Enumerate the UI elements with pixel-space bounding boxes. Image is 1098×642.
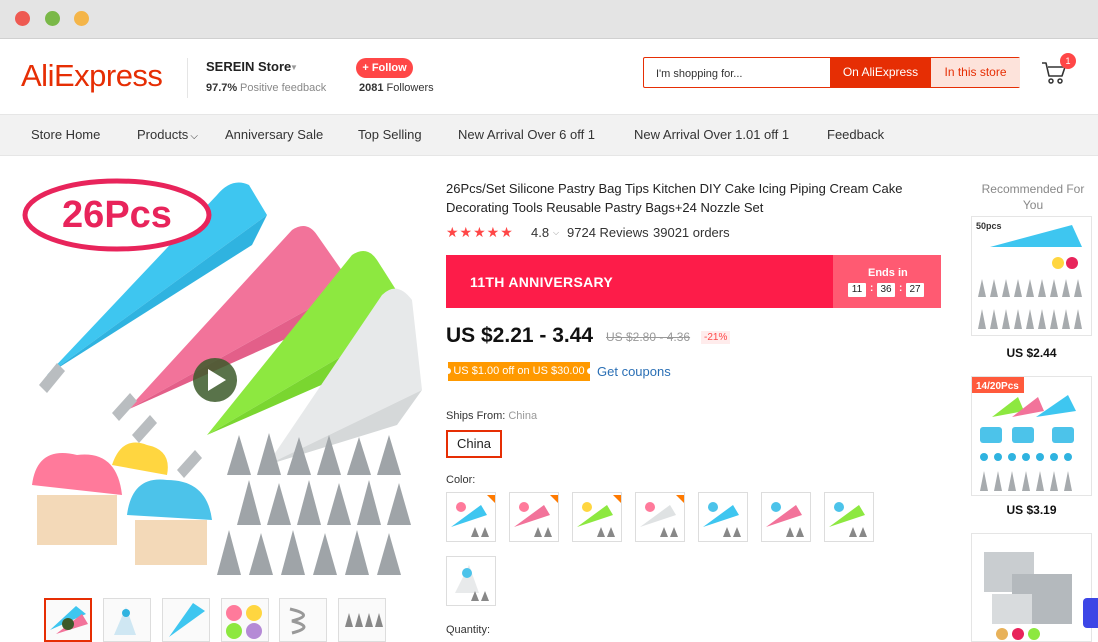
color-swatch[interactable] [761, 492, 811, 542]
timer-seconds: 27 [906, 283, 924, 297]
video-play-icon [193, 358, 237, 402]
color-swatch[interactable] [698, 492, 748, 542]
chevron-down-icon[interactable]: ▼ [290, 63, 298, 72]
feedback-percentage: 97.7% [206, 82, 238, 94]
ships-from-option-china[interactable]: China [446, 430, 502, 458]
product-main-image[interactable]: 26Pcs [17, 175, 422, 590]
nav-store-home[interactable]: Store Home [31, 127, 100, 142]
discount-badge: -21% [701, 331, 731, 344]
follow-button[interactable]: + Follow [356, 58, 413, 78]
product-price: US $2.21 - 3.44 [446, 324, 594, 347]
original-price: US $2.80 - 4.36 [606, 330, 691, 344]
coupon-badge[interactable]: US $1.00 off on US $30.00 [445, 362, 593, 381]
timer-separator: : [870, 283, 874, 294]
banner-title: 11TH ANNIVERSARY [470, 274, 614, 290]
gallery-thumbnail[interactable] [279, 598, 327, 642]
color-swatch[interactable] [572, 492, 622, 542]
search-input[interactable] [646, 60, 838, 87]
nav-top-selling[interactable]: Top Selling [358, 127, 422, 142]
nav-new-arrival-101[interactable]: New Arrival Over 1.01 off 1 [634, 127, 789, 142]
followers-count: 2081 Followers [359, 82, 434, 94]
aliexpress-logo[interactable]: AliExpress [21, 58, 163, 94]
timer-minutes: 36 [877, 283, 895, 297]
recommended-item[interactable]: 50pcs [971, 216, 1092, 336]
nav-new-arrival-6[interactable]: New Arrival Over 6 off 1 [458, 127, 595, 142]
minimize-window-button[interactable] [45, 11, 60, 26]
recommended-item[interactable]: 14/20Pcs [971, 376, 1092, 496]
star-rating-icon: ★★★★★ [446, 224, 514, 240]
ships-from-label: Ships From: China [446, 410, 537, 422]
color-swatch[interactable] [635, 492, 685, 542]
ends-in-label: Ends in [868, 267, 908, 279]
recommended-item-price[interactable]: US $3.19 [971, 503, 1092, 517]
countdown-box [833, 255, 941, 308]
product-badge-text: 26Pcs [62, 194, 172, 236]
timer-separator: : [899, 283, 903, 294]
cart-badge: 1 [1060, 53, 1076, 69]
store-name[interactable]: SEREIN Store [206, 59, 291, 74]
color-swatch[interactable] [824, 492, 874, 542]
gallery-thumbnail[interactable] [103, 598, 151, 642]
gallery-thumbnail[interactable] [221, 598, 269, 642]
feedback-label: Positive feedback [240, 82, 327, 94]
gallery-thumbnail[interactable] [162, 598, 210, 642]
nav-products[interactable]: Products ⌵ [137, 127, 198, 142]
side-help-tab[interactable] [1083, 598, 1098, 628]
search-on-aliexpress-button[interactable]: On AliExpress [830, 57, 931, 88]
nav-anniversary-sale[interactable]: Anniversary Sale [225, 127, 323, 142]
recommended-item-price[interactable]: US $2.44 [971, 346, 1092, 360]
ships-from-value: China [508, 410, 538, 422]
get-coupons-link[interactable]: Get coupons [597, 364, 671, 379]
gallery-thumbnail[interactable] [44, 598, 92, 642]
nav-feedback[interactable]: Feedback [827, 127, 884, 142]
orders-count: 39021 orders [653, 225, 730, 240]
reviews-count[interactable]: 9724 Reviews [567, 225, 649, 240]
chevron-down-icon: ⌵ [190, 131, 198, 142]
color-label: Color: [446, 474, 476, 486]
maximize-window-button[interactable] [74, 11, 89, 26]
recommended-item[interactable] [971, 533, 1092, 642]
ships-from-title: Ships From: [446, 410, 506, 422]
quantity-label: Quantity: [446, 624, 491, 636]
gallery-thumbnail[interactable] [338, 598, 386, 642]
chevron-down-icon[interactable]: ⌵ [553, 228, 559, 238]
color-swatch[interactable] [509, 492, 559, 542]
nav-products-label: Products [137, 127, 189, 142]
window-titlebar [0, 0, 1098, 39]
recommended-title: Recommended For You [981, 182, 1085, 212]
close-window-button[interactable] [15, 11, 30, 26]
followers-number: 2081 [359, 82, 384, 94]
recommended-item-tag: 50pcs [976, 221, 1002, 231]
color-swatch[interactable] [446, 492, 496, 542]
header-divider [187, 58, 188, 98]
followers-label: Followers [386, 82, 434, 94]
timer-hours: 11 [848, 283, 866, 297]
color-swatch[interactable] [446, 556, 496, 606]
recommended-item-tag: 14/20Pcs [976, 381, 1019, 392]
product-title: 26Pcs/Set Silicone Pastry Bag Tips Kitch… [446, 181, 903, 215]
search-in-store-button[interactable]: In this store [931, 58, 1020, 87]
rating-value[interactable]: 4.8 [531, 225, 549, 240]
